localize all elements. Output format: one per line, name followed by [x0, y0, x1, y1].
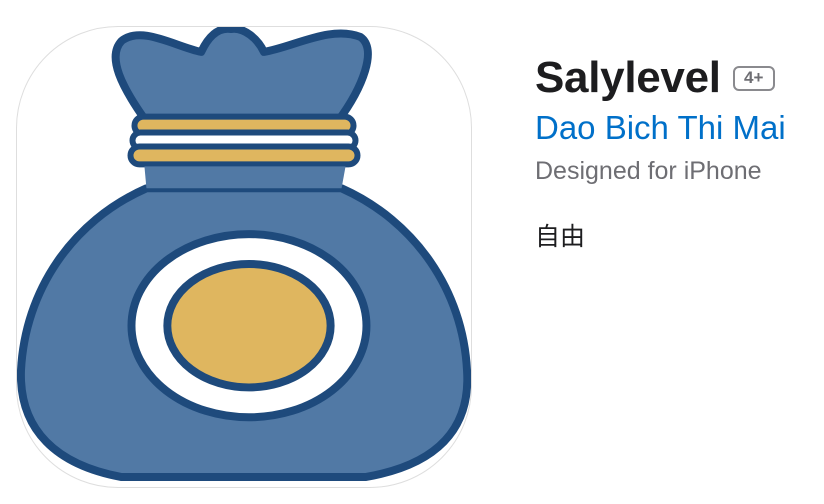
title-row: Salylevel 4+ — [535, 50, 775, 106]
age-rating-badge: 4+ — [732, 65, 775, 91]
app-icon — [16, 26, 472, 488]
bag-neck — [144, 166, 346, 189]
developer-link[interactable]: Dao Bich Thi Mai — [535, 109, 786, 147]
money-bag-icon — [17, 27, 471, 482]
tie-band-bottom — [127, 143, 361, 168]
platform-label: Designed for iPhone — [535, 157, 762, 185]
app-title: Salylevel — [535, 53, 721, 102]
bag-top — [111, 27, 372, 126]
coin-center — [163, 259, 335, 392]
price-label: 自由 — [535, 222, 586, 251]
